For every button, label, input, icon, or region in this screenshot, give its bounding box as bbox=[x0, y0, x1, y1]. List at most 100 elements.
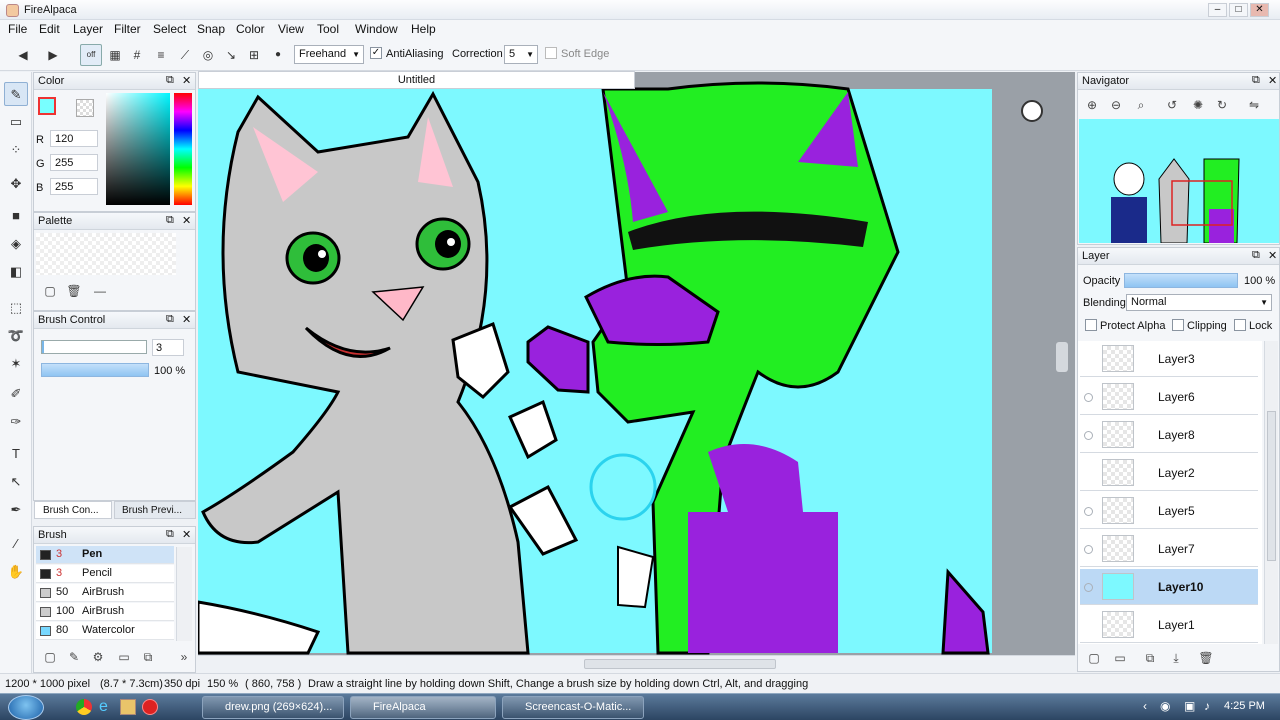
visibility-icon[interactable] bbox=[1084, 545, 1093, 554]
flip-icon[interactable]: ⇋ bbox=[1246, 97, 1262, 113]
expand-icon[interactable]: » bbox=[176, 649, 192, 665]
float-icon[interactable]: ⧉ bbox=[1252, 249, 1260, 262]
rotate-right-icon[interactable]: ↻ bbox=[1214, 97, 1230, 113]
snap-perspective-icon[interactable]: ⊞ bbox=[243, 44, 265, 66]
zoom-fit-icon[interactable]: ⌕ bbox=[1133, 97, 1149, 113]
layer-row-layer6[interactable]: Layer6 bbox=[1080, 379, 1258, 415]
close-icon[interactable]: ✕ bbox=[1268, 249, 1277, 262]
rotate-left-icon[interactable]: ↺ bbox=[1164, 97, 1180, 113]
layer-row-layer3[interactable]: Layer3 bbox=[1080, 341, 1258, 377]
move-tool-icon[interactable]: ✥ bbox=[4, 172, 28, 196]
close-button[interactable]: ✕ bbox=[1250, 3, 1269, 17]
zoom-in-icon[interactable]: ⊕ bbox=[1084, 97, 1100, 113]
copy-brush-icon[interactable]: ⧉ bbox=[140, 649, 156, 665]
new-brush-icon[interactable]: ▢ bbox=[42, 649, 58, 665]
palette-swatches[interactable] bbox=[36, 233, 176, 275]
navigator-preview[interactable] bbox=[1079, 119, 1279, 243]
hand-tool-icon[interactable]: ✋ bbox=[4, 560, 28, 584]
menu-window[interactable]: Window bbox=[355, 22, 398, 36]
delete-layer-icon[interactable]: 🗑 bbox=[1198, 650, 1214, 666]
visibility-icon[interactable] bbox=[1084, 583, 1093, 592]
brush-settings-icon[interactable]: ⚙ bbox=[90, 649, 106, 665]
tray-network-icon[interactable]: ▣ bbox=[1184, 699, 1195, 713]
layer-row-layer2[interactable]: Layer2 bbox=[1080, 455, 1258, 491]
brush-item-airbrush-50[interactable]: 50 AirBrush bbox=[36, 584, 174, 602]
horizontal-scrollbar[interactable] bbox=[198, 655, 1075, 672]
select-tool-icon[interactable]: ⬚ bbox=[4, 296, 28, 320]
next-icon[interactable]: ▶︎ bbox=[42, 44, 64, 66]
menu-tool[interactable]: Tool bbox=[317, 22, 339, 36]
brush-item-pen[interactable]: 3 Pen bbox=[36, 546, 174, 564]
brush-item-airbrush-100[interactable]: 100 AirBrush bbox=[36, 603, 174, 621]
float-icon[interactable]: ⧉ bbox=[166, 528, 174, 541]
brush-scrollbar[interactable] bbox=[176, 547, 192, 641]
snap-curve-icon[interactable]: ↘ bbox=[220, 44, 242, 66]
lasso-tool-icon[interactable]: ➰ bbox=[4, 324, 28, 348]
task-firealpaca[interactable]: FireAlpaca bbox=[350, 696, 496, 719]
zoom-out-icon[interactable]: ⊖ bbox=[1108, 97, 1124, 113]
media-icon[interactable] bbox=[142, 699, 158, 715]
chrome-icon[interactable] bbox=[76, 699, 92, 715]
document-tab[interactable]: Untitled bbox=[198, 71, 635, 89]
menu-view[interactable]: View bbox=[278, 22, 304, 36]
close-icon[interactable]: ✕ bbox=[182, 74, 191, 87]
snap-parallel-icon[interactable]: ▦ bbox=[104, 44, 126, 66]
task-drew-png[interactable]: drew.png (269×624)... bbox=[202, 696, 344, 719]
brush-opacity-slider[interactable] bbox=[41, 363, 149, 377]
add-palette-icon[interactable]: ▢ bbox=[42, 283, 58, 299]
snap-off-button[interactable]: off bbox=[80, 44, 102, 66]
draw-mode-select[interactable]: Freehand ▼ bbox=[294, 45, 364, 64]
eyedropper-tool-icon[interactable]: ⁄ bbox=[4, 532, 28, 556]
canvas-drawing[interactable] bbox=[196, 72, 1075, 658]
canvas-area[interactable] bbox=[196, 72, 1075, 659]
snap-circle-icon[interactable]: ◎ bbox=[197, 44, 219, 66]
g-field[interactable]: 255 bbox=[50, 154, 98, 171]
visibility-icon[interactable] bbox=[1084, 393, 1093, 402]
blending-select[interactable]: Normal ▼ bbox=[1126, 294, 1272, 311]
menu-layer[interactable]: Layer bbox=[73, 22, 103, 36]
duplicate-layer-icon[interactable]: ⧉ bbox=[1142, 650, 1158, 666]
brush-item-watercolor[interactable]: 80 Watercolor bbox=[36, 622, 174, 640]
clock[interactable]: 4:25 PM bbox=[1224, 700, 1265, 712]
task-screencast[interactable]: Screencast-O-Matic... bbox=[502, 696, 644, 719]
eraser-tool-icon[interactable]: ▭ bbox=[4, 110, 28, 134]
tray-volume-icon[interactable]: ♪ bbox=[1204, 699, 1210, 713]
maximize-button[interactable]: □ bbox=[1229, 3, 1248, 17]
bucket-tool-icon[interactable]: ◈ bbox=[4, 232, 28, 256]
start-button[interactable] bbox=[8, 695, 44, 720]
divide-tool-icon[interactable]: ✒ bbox=[4, 498, 28, 522]
text-tool-icon[interactable]: T bbox=[4, 442, 28, 466]
menu-edit[interactable]: Edit bbox=[39, 22, 60, 36]
brush-folder-icon[interactable]: ▭ bbox=[116, 649, 132, 665]
magic-wand-icon[interactable]: ✶ bbox=[4, 352, 28, 376]
tab-brush-control[interactable]: Brush Con... bbox=[34, 501, 112, 519]
brush-size-slider[interactable] bbox=[41, 340, 147, 354]
snap-diagonal-icon[interactable]: ⟋ bbox=[174, 44, 196, 66]
new-folder-icon[interactable]: ▭ bbox=[1112, 650, 1128, 666]
delete-palette-icon[interactable]: 🗑 bbox=[66, 283, 82, 299]
layer-row-layer1[interactable]: Layer1 bbox=[1080, 607, 1258, 643]
antialiasing-checkbox[interactable]: ✓ bbox=[370, 47, 382, 59]
protect-alpha-checkbox[interactable] bbox=[1085, 319, 1097, 331]
soft-edge-checkbox[interactable] bbox=[545, 47, 557, 59]
menu-color[interactable]: Color bbox=[236, 22, 265, 36]
transparent-swatch[interactable] bbox=[76, 99, 94, 117]
layer-row-layer5[interactable]: Layer5 bbox=[1080, 493, 1258, 529]
clipping-checkbox[interactable] bbox=[1172, 319, 1184, 331]
palette-menu-icon[interactable]: — bbox=[92, 283, 108, 299]
layer-row-layer10[interactable]: Layer10 bbox=[1080, 569, 1258, 605]
menu-help[interactable]: Help bbox=[411, 22, 436, 36]
layer-scrollbar-thumb[interactable] bbox=[1267, 411, 1276, 561]
rotate-reset-icon[interactable]: ✺ bbox=[1190, 97, 1206, 113]
ie-icon[interactable]: e bbox=[99, 698, 116, 715]
float-icon[interactable]: ⧉ bbox=[166, 313, 174, 326]
b-field[interactable]: 255 bbox=[50, 178, 98, 195]
menu-file[interactable]: File bbox=[8, 22, 27, 36]
gradient-tool-icon[interactable]: ◧ bbox=[4, 260, 28, 284]
dot-tool-icon[interactable]: ⁘ bbox=[4, 138, 28, 162]
lock-checkbox[interactable] bbox=[1234, 319, 1246, 331]
alpaca-mascot-icon[interactable] bbox=[1021, 100, 1043, 122]
layer-opacity-slider[interactable] bbox=[1124, 273, 1238, 288]
close-icon[interactable]: ✕ bbox=[182, 528, 191, 541]
select-pen-icon[interactable]: ✐ bbox=[4, 382, 28, 406]
